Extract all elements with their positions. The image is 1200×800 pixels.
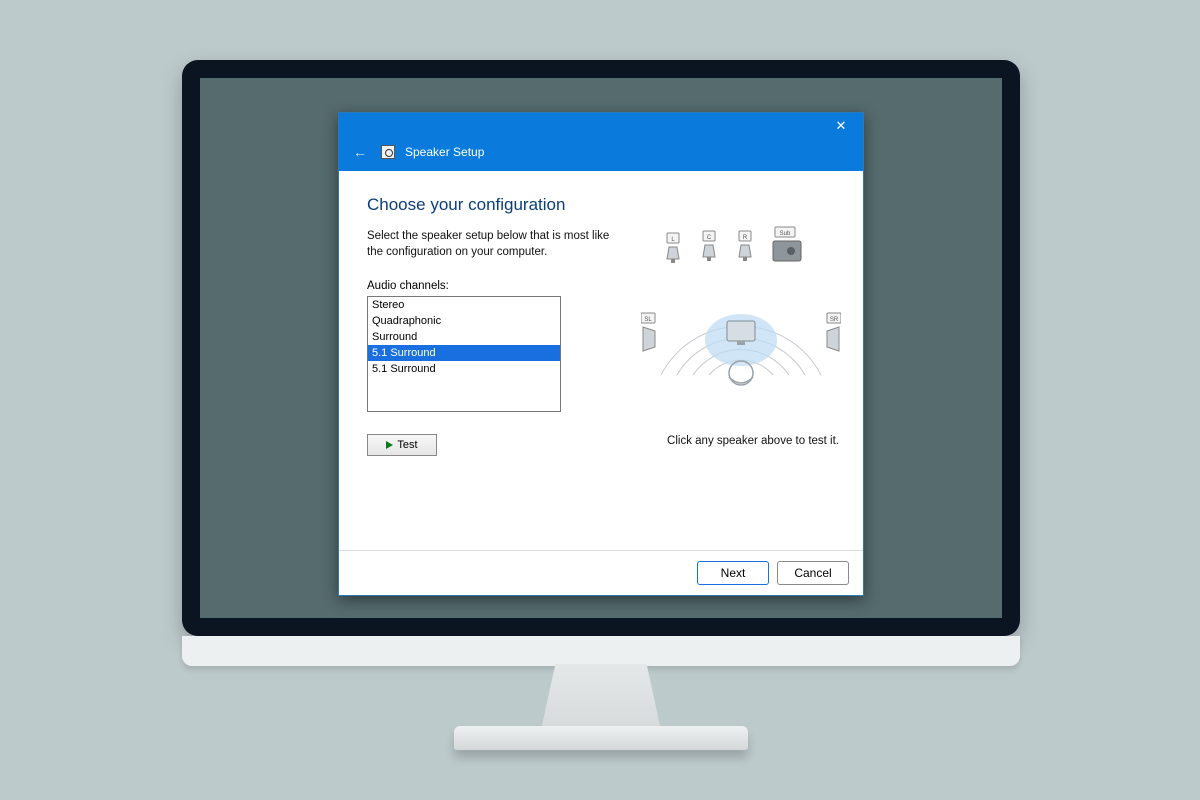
- cancel-button[interactable]: Cancel: [777, 561, 849, 585]
- titlebar-content: ← Speaker Setup: [349, 142, 484, 162]
- test-button-label: Test: [397, 439, 417, 451]
- svg-text:SR: SR: [830, 317, 839, 323]
- svg-text:R: R: [743, 235, 748, 241]
- next-button-label: Next: [721, 566, 746, 580]
- audio-channels-listbox[interactable]: StereoQuadraphonicSurround5.1 Surround5.…: [367, 296, 561, 412]
- dialog-footer: Next Cancel: [339, 550, 863, 595]
- page-heading: Choose your configuration: [367, 195, 835, 215]
- speaker-setup-dialog: ✕ ← Speaker Setup Choose your configurat…: [338, 112, 864, 596]
- dialog-content: Choose your configuration Select the spe…: [339, 171, 863, 550]
- speaker-app-icon: [381, 145, 395, 159]
- speaker-diagram[interactable]: L C R Sub SL SR: [641, 225, 841, 393]
- channel-option[interactable]: Quadraphonic: [368, 313, 560, 329]
- close-button[interactable]: ✕: [819, 113, 863, 139]
- channel-option[interactable]: Surround: [368, 329, 560, 345]
- monitor-stand-neck: [541, 664, 661, 730]
- channel-option[interactable]: Stereo: [368, 297, 560, 313]
- monitor-chin: [182, 636, 1020, 666]
- next-button[interactable]: Next: [697, 561, 769, 585]
- instructions-text: Select the speaker setup below that is m…: [367, 229, 627, 260]
- play-icon: [386, 441, 393, 449]
- titlebar: ✕ ← Speaker Setup: [339, 113, 863, 171]
- monitor-bezel: ✕ ← Speaker Setup Choose your configurat…: [182, 60, 1020, 636]
- window-title: Speaker Setup: [405, 145, 484, 159]
- diagram-hint: Click any speaker above to test it.: [667, 435, 839, 447]
- cancel-button-label: Cancel: [794, 566, 831, 580]
- monitor-screen: ✕ ← Speaker Setup Choose your configurat…: [200, 78, 1002, 618]
- channel-option[interactable]: 5.1 Surround: [368, 345, 560, 361]
- svg-text:SL: SL: [644, 317, 652, 323]
- monitor-stand-base: [454, 726, 748, 750]
- svg-text:C: C: [707, 235, 712, 241]
- back-button[interactable]: ←: [349, 142, 371, 162]
- test-button[interactable]: Test: [367, 434, 437, 456]
- channel-option[interactable]: 5.1 Surround: [368, 361, 560, 377]
- close-icon: ✕: [836, 118, 847, 134]
- svg-text:Sub: Sub: [780, 231, 791, 237]
